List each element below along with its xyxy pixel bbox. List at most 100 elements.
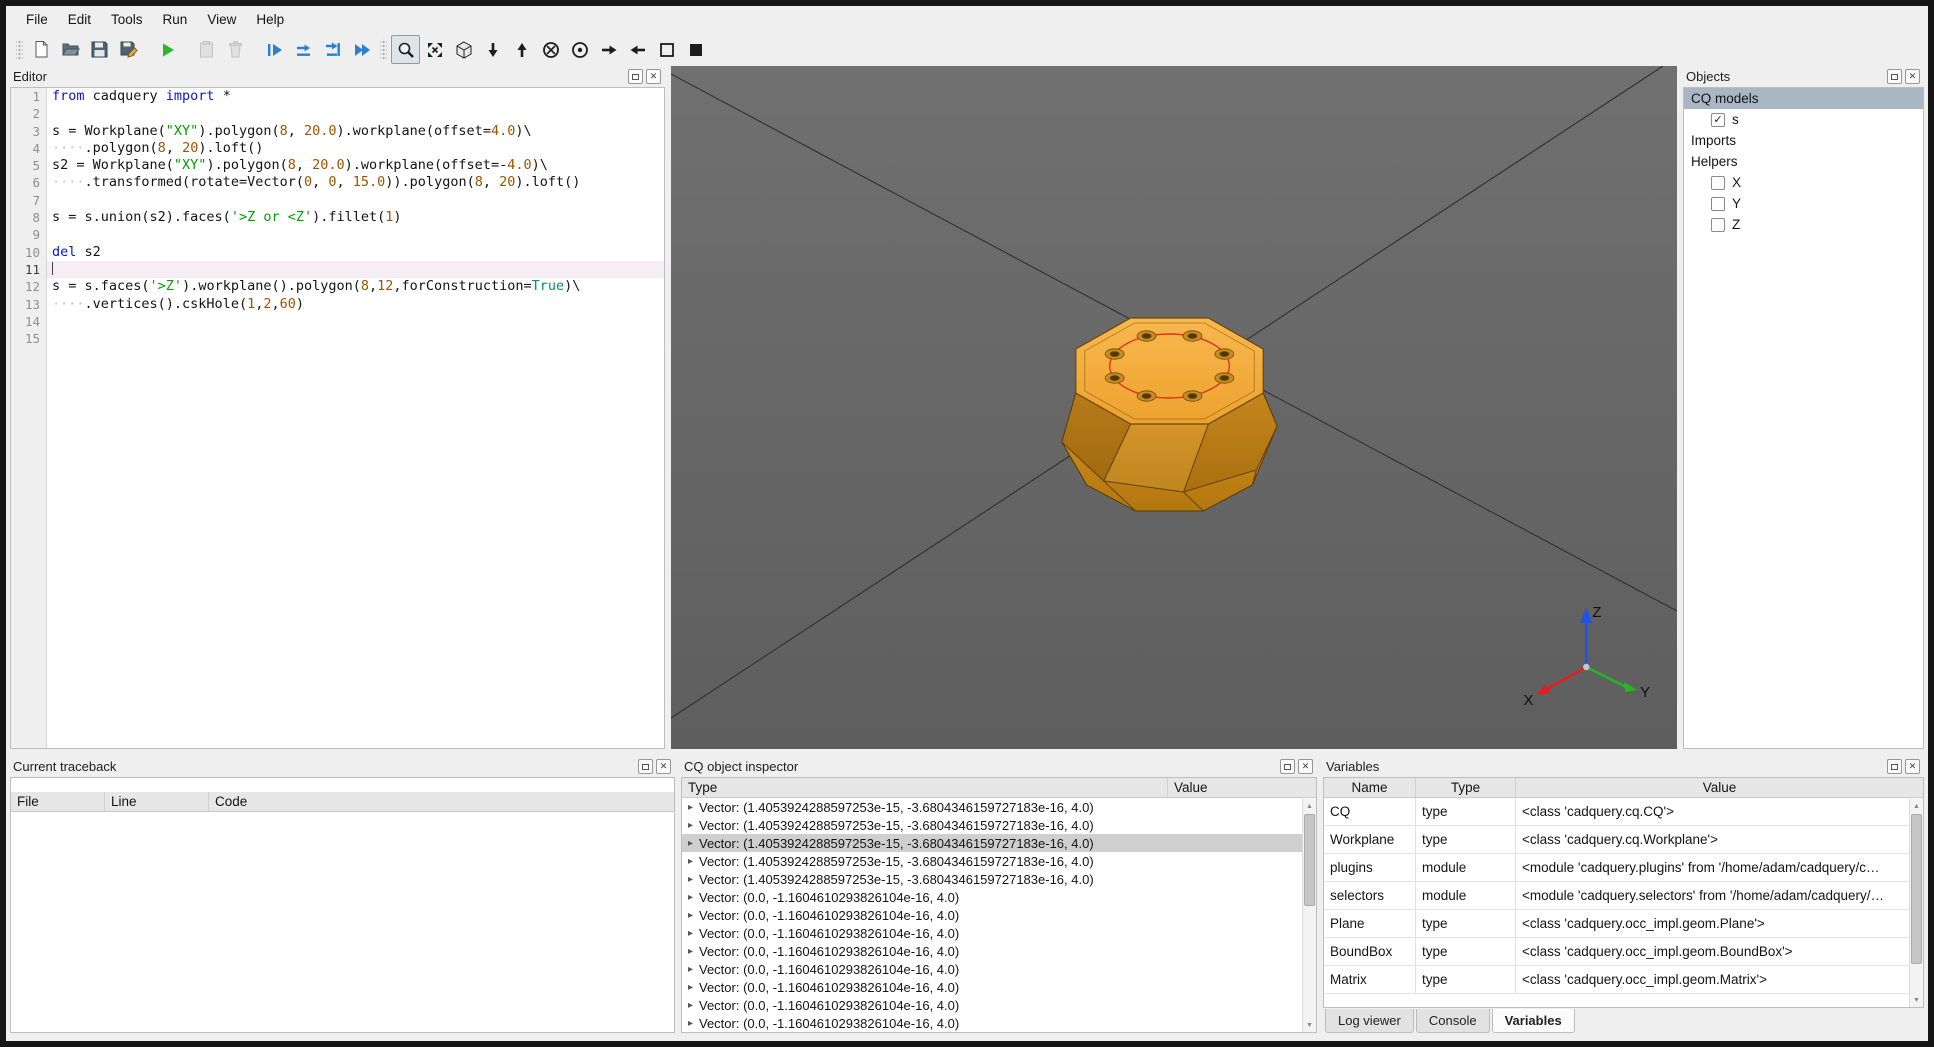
scroll-down-icon[interactable]: ▼ <box>1910 993 1923 1007</box>
expand-arrow-icon[interactable]: ▸ <box>682 802 699 813</box>
scrollbar-thumb[interactable] <box>1911 814 1922 964</box>
tab-variables[interactable]: Variables <box>1491 1009 1575 1033</box>
expand-arrow-icon[interactable]: ▸ <box>682 892 699 903</box>
traceback-float-button[interactable] <box>638 759 653 774</box>
fit-view-button[interactable] <box>420 35 449 64</box>
variable-row[interactable]: Plane type <class 'cadquery.occ_impl.geom.… <box>1324 910 1909 938</box>
variable-row[interactable]: Workplane type <class 'cadquery.cq.Workpla… <box>1324 826 1909 854</box>
variable-row[interactable]: Matrix type <class 'cadquery.occ_impl.geom… <box>1324 966 1909 994</box>
inspector-scrollbar[interactable]: ▲ ▼ <box>1302 799 1316 1032</box>
clipboard-button[interactable] <box>192 35 221 64</box>
code-line[interactable] <box>47 226 664 243</box>
variable-row[interactable]: CQ type <class 'cadquery.cq.CQ'> <box>1324 798 1909 826</box>
inspector-row[interactable]: ▸ Vector: (1.4053924288597253e-15, -3.680… <box>682 798 1302 816</box>
iso-view-button[interactable] <box>449 35 478 64</box>
scroll-up-icon[interactable]: ▲ <box>1303 799 1316 813</box>
expand-arrow-icon[interactable]: ▸ <box>682 856 699 867</box>
inspector-row[interactable]: ▸ Vector: (0.0, -1.1604610293826104e-16, … <box>682 1014 1302 1032</box>
expand-arrow-icon[interactable]: ▸ <box>682 874 699 885</box>
delete-button[interactable] <box>221 35 250 64</box>
code-line[interactable]: s = Workplane("XY").polygon(8, 20.0).wor… <box>47 123 664 140</box>
step-button[interactable] <box>289 35 318 64</box>
front-view-button[interactable] <box>536 35 565 64</box>
code-line[interactable]: s2 = Workplane("XY").polygon(8, 20.0).wo… <box>47 157 664 174</box>
inspector-row[interactable]: ▸ Vector: (0.0, -1.1604610293826104e-16, … <box>682 888 1302 906</box>
variables-float-button[interactable] <box>1887 759 1902 774</box>
continue-button[interactable] <box>347 35 376 64</box>
left-view-button[interactable] <box>594 35 623 64</box>
inspector-row[interactable]: ▸ Vector: (0.0, -1.1604610293826104e-16, … <box>682 996 1302 1014</box>
checkbox[interactable] <box>1711 175 1725 190</box>
expand-arrow-icon[interactable]: ▸ <box>682 820 699 831</box>
save-as-button[interactable] <box>114 35 143 64</box>
tree-item-x[interactable]: X <box>1684 172 1923 193</box>
inspector-float-button[interactable] <box>1280 759 1295 774</box>
menu-edit[interactable]: Edit <box>58 8 101 31</box>
code-line[interactable]: del s2 <box>47 244 664 261</box>
inspector-row[interactable]: ▸ Vector: (0.0, -1.1604610293826104e-16, … <box>682 924 1302 942</box>
right-view-button[interactable] <box>623 35 652 64</box>
tab-console[interactable]: Console <box>1415 1009 1490 1033</box>
tree-item-imports[interactable]: Imports <box>1684 130 1923 151</box>
code-line[interactable] <box>47 313 664 330</box>
editor-code[interactable]: from cadquery import * s = Workplane("XY"… <box>47 88 664 748</box>
editor-close-button[interactable]: ✕ <box>646 69 661 84</box>
inspector-row[interactable]: ▸ Vector: (1.4053924288597253e-15, -3.680… <box>682 852 1302 870</box>
checkbox[interactable] <box>1711 217 1725 232</box>
inspector-row[interactable]: ▸ Vector: (0.0, -1.1604610293826104e-16, … <box>682 942 1302 960</box>
menu-tools[interactable]: Tools <box>101 8 153 31</box>
code-line[interactable]: ····.polygon(8, 20).loft() <box>47 140 664 157</box>
back-view-button[interactable] <box>565 35 594 64</box>
objects-close-button[interactable]: ✕ <box>1905 69 1920 84</box>
tree-item-helpers[interactable]: Helpers <box>1684 151 1923 172</box>
inspector-row[interactable]: ▸ Vector: (0.0, -1.1604610293826104e-16, … <box>682 960 1302 978</box>
3d-viewport[interactable]: Z X Y <box>671 66 1677 749</box>
expand-arrow-icon[interactable]: ▸ <box>682 1000 699 1011</box>
menu-run[interactable]: Run <box>153 8 198 31</box>
variable-row[interactable]: plugins module <module 'cadquery.plugins' … <box>1324 854 1909 882</box>
tab-log-viewer[interactable]: Log viewer <box>1325 1009 1414 1033</box>
expand-arrow-icon[interactable]: ▸ <box>682 946 699 957</box>
open-button[interactable] <box>56 35 85 64</box>
tree-item-s[interactable]: ✓ s <box>1684 109 1923 130</box>
traceback-close-button[interactable]: ✕ <box>656 759 671 774</box>
zoom-button[interactable] <box>391 35 420 64</box>
code-line[interactable] <box>47 192 664 209</box>
shaded-view-button[interactable] <box>681 35 710 64</box>
code-line[interactable]: s = s.union(s2).faces('>Z or <Z').fillet… <box>47 209 664 226</box>
checkbox[interactable] <box>1711 196 1725 211</box>
variable-row[interactable]: selectors module <module 'cadquery.selecto… <box>1324 882 1909 910</box>
inspector-row[interactable]: ▸ Vector: (1.4053924288597253e-15, -3.680… <box>682 870 1302 888</box>
editor-float-button[interactable] <box>628 69 643 84</box>
variables-scrollbar[interactable]: ▲ ▼ <box>1909 799 1923 1007</box>
inspector-row[interactable]: ▸ Vector: (0.0, -1.1604610293826104e-16, … <box>682 906 1302 924</box>
code-line[interactable]: s = s.faces('>Z').workplane().polygon(8,… <box>47 278 664 295</box>
top-view-button[interactable] <box>478 35 507 64</box>
save-button[interactable] <box>85 35 114 64</box>
scroll-down-icon[interactable]: ▼ <box>1303 1018 1316 1032</box>
code-line[interactable] <box>47 330 664 347</box>
bottom-view-button[interactable] <box>507 35 536 64</box>
inspector-row[interactable]: ▸ Vector: (0.0, -1.1604610293826104e-16, … <box>682 978 1302 996</box>
tree-item-z[interactable]: Z <box>1684 214 1923 235</box>
objects-float-button[interactable] <box>1887 69 1902 84</box>
inspector-row[interactable]: ▸ Vector: (1.4053924288597253e-15, -3.680… <box>682 834 1302 852</box>
new-document-button[interactable] <box>27 35 56 64</box>
render-button[interactable] <box>153 35 182 64</box>
scroll-up-icon[interactable]: ▲ <box>1910 799 1923 813</box>
expand-arrow-icon[interactable]: ▸ <box>682 910 699 921</box>
tree-item-cq-models[interactable]: CQ models <box>1684 88 1923 109</box>
menu-file[interactable]: File <box>16 8 58 31</box>
expand-arrow-icon[interactable]: ▸ <box>682 928 699 939</box>
expand-arrow-icon[interactable]: ▸ <box>682 982 699 993</box>
scrollbar-thumb[interactable] <box>1304 814 1315 906</box>
inspector-row[interactable]: ▸ Vector: (1.4053924288597253e-15, -3.680… <box>682 816 1302 834</box>
tree-item-y[interactable]: Y <box>1684 193 1923 214</box>
menu-view[interactable]: View <box>197 8 246 31</box>
cad-model[interactable] <box>1061 317 1278 512</box>
step-in-button[interactable] <box>318 35 347 64</box>
code-line[interactable]: ····.vertices().cskHole(1,2,60) <box>47 296 664 313</box>
code-line[interactable] <box>47 260 664 279</box>
menu-help[interactable]: Help <box>246 8 294 31</box>
expand-arrow-icon[interactable]: ▸ <box>682 838 699 849</box>
